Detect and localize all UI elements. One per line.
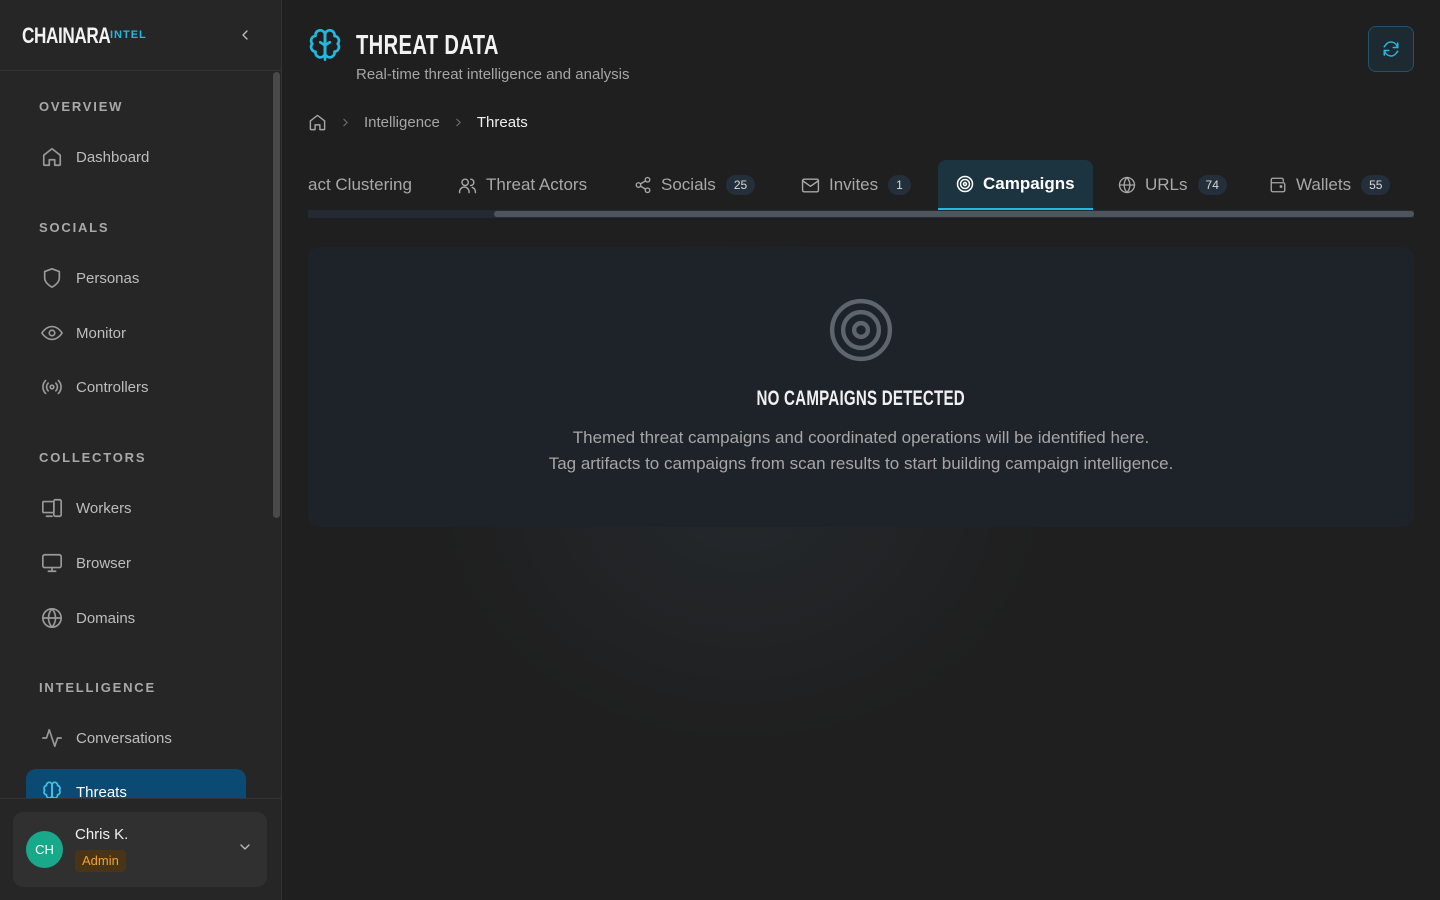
home-icon[interactable] bbox=[308, 113, 327, 132]
sidebar-item-domains[interactable]: Domains bbox=[26, 595, 246, 641]
refresh-button[interactable] bbox=[1368, 26, 1414, 72]
brain-icon bbox=[306, 28, 344, 71]
empty-state-line-1: Themed threat campaigns and coordinated … bbox=[572, 428, 1150, 447]
sidebar-item-label: Domains bbox=[76, 609, 136, 627]
sidebar-item-dashboard[interactable]: Dashboard bbox=[26, 134, 246, 180]
divider bbox=[0, 798, 281, 799]
radio-icon bbox=[40, 375, 64, 399]
sidebar-item-personas[interactable]: Personas bbox=[26, 255, 246, 301]
sidebar-item-label: Workers bbox=[76, 499, 132, 517]
tab-label: Wallets bbox=[1296, 175, 1352, 194]
tab-campaigns[interactable]: Campaigns bbox=[938, 160, 1093, 210]
page-title: THREAT DATA bbox=[356, 29, 499, 60]
globe-icon bbox=[1118, 176, 1136, 194]
empty-state: NO CAMPAIGNS DETECTED Themed threat camp… bbox=[308, 247, 1414, 527]
tab-label: act Clustering bbox=[308, 175, 412, 194]
mail-icon bbox=[801, 176, 820, 195]
section-title-overview: OVERVIEW bbox=[39, 99, 124, 114]
activity-icon bbox=[40, 726, 64, 750]
tab-label: Campaigns bbox=[983, 174, 1075, 193]
brain-icon bbox=[40, 780, 64, 798]
globe-icon bbox=[40, 606, 64, 630]
sidebar-item-label: Personas bbox=[76, 269, 140, 287]
sidebar: CHAINARA INTEL OVERVIEW Dashboard SOCIAL… bbox=[0, 0, 282, 900]
sidebar-item-workers[interactable]: Workers bbox=[26, 485, 246, 531]
monitor-icon bbox=[40, 551, 64, 575]
share-icon bbox=[634, 176, 652, 194]
tab-socials[interactable]: Socials 25 bbox=[634, 160, 756, 210]
tab-label: URLs bbox=[1145, 175, 1188, 194]
eye-icon bbox=[40, 321, 64, 345]
page-subtitle: Real-time threat intelligence and analys… bbox=[356, 66, 630, 83]
breadcrumb-intelligence[interactable]: Intelligence bbox=[364, 114, 440, 131]
home-icon bbox=[40, 145, 64, 169]
tab-invites[interactable]: Invites 1 bbox=[801, 160, 911, 210]
wallet-icon bbox=[1269, 176, 1287, 194]
sidebar-item-threats[interactable]: Threats bbox=[26, 769, 246, 798]
section-title-intelligence: INTELLIGENCE bbox=[39, 680, 156, 695]
brand-logo: CHAINARA bbox=[22, 23, 111, 48]
breadcrumb-threats: Threats bbox=[476, 113, 528, 131]
sidebar-item-monitor[interactable]: Monitor bbox=[26, 310, 246, 356]
empty-state-title: NO CAMPAIGNS DETECTED bbox=[756, 387, 966, 410]
sidebar-item-conversations[interactable]: Conversations bbox=[26, 715, 246, 761]
chevron-right-icon bbox=[452, 116, 465, 129]
shield-icon bbox=[40, 266, 64, 290]
chevron-down-icon bbox=[237, 839, 253, 860]
breadcrumb: Intelligence Threats bbox=[308, 112, 528, 132]
sidebar-item-label: Controllers bbox=[76, 378, 149, 396]
empty-state-description: Themed threat campaigns and coordinated … bbox=[308, 425, 1414, 477]
user-menu[interactable]: CH Chris K. Admin bbox=[13, 812, 267, 887]
tab-label: Socials bbox=[661, 175, 716, 194]
brand-tag: INTEL bbox=[110, 29, 147, 41]
sidebar-item-label: Dashboard bbox=[76, 148, 150, 166]
users-icon bbox=[458, 176, 477, 195]
tab-label: Invites bbox=[829, 175, 879, 194]
chevron-right-icon bbox=[339, 116, 352, 129]
tab-threat-actors[interactable]: Threat Actors bbox=[458, 160, 587, 210]
refresh-icon bbox=[1383, 41, 1399, 57]
brand-header: CHAINARA INTEL bbox=[0, 0, 281, 71]
role-badge: Admin bbox=[75, 850, 126, 872]
tab-label: Threat Actors bbox=[486, 175, 588, 194]
devices-icon bbox=[40, 496, 64, 520]
section-title-socials: SOCIALS bbox=[39, 220, 110, 235]
sidebar-item-label: Threats bbox=[76, 783, 127, 799]
sidebar-item-label: Browser bbox=[76, 554, 132, 572]
sidebar-item-label: Monitor bbox=[76, 324, 127, 342]
tab-urls[interactable]: URLs 74 bbox=[1118, 160, 1227, 210]
user-name: Chris K. bbox=[75, 826, 129, 843]
tab-wallets[interactable]: Wallets 55 bbox=[1269, 160, 1391, 210]
main-content: THREAT DATA Real-time threat intelligenc… bbox=[282, 0, 1440, 900]
tab-count-badge: 55 bbox=[1361, 175, 1391, 195]
empty-state-line-2: Tag artifacts to campaigns from scan res… bbox=[548, 454, 1174, 473]
tab-count-badge: 74 bbox=[1197, 175, 1227, 195]
sidebar-item-browser[interactable]: Browser bbox=[26, 540, 246, 586]
avatar: CH bbox=[26, 831, 63, 868]
chevron-left-icon bbox=[242, 30, 248, 40]
tab-count-badge: 1 bbox=[888, 175, 911, 195]
sidebar-item-label: Conversations bbox=[76, 729, 172, 747]
collapse-sidebar-button[interactable] bbox=[234, 24, 256, 46]
sidebar-nav: OVERVIEW Dashboard SOCIALS Personas Moni… bbox=[0, 71, 281, 798]
target-icon bbox=[956, 175, 974, 193]
tab-scrollbar-thumb[interactable] bbox=[494, 211, 1414, 217]
sidebar-item-controllers[interactable]: Controllers bbox=[26, 364, 246, 410]
sidebar-scrollbar[interactable] bbox=[273, 72, 280, 518]
tab-bar: act Clustering Threat Actors Socials 25 … bbox=[308, 160, 1414, 220]
tab-count-badge: 25 bbox=[725, 175, 756, 195]
tab-artifact-clustering[interactable]: act Clustering bbox=[308, 160, 412, 210]
target-icon bbox=[828, 297, 894, 368]
section-title-collectors: COLLECTORS bbox=[39, 450, 147, 465]
